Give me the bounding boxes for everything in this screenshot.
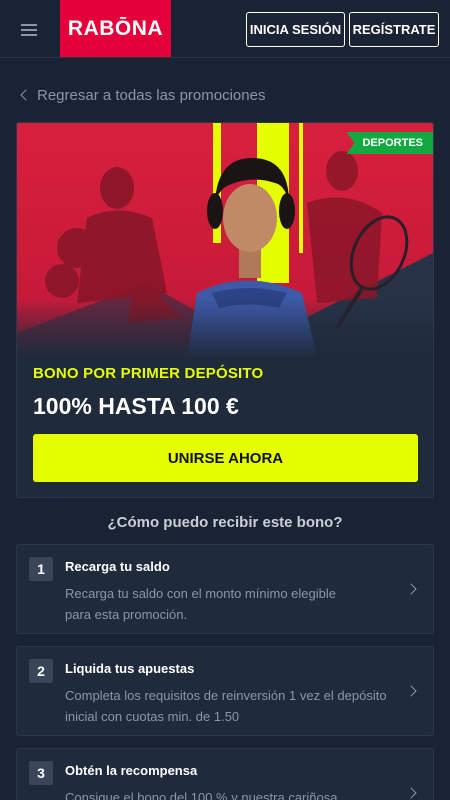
step-description: Consigue el bono del 100 % y nuestra car… (65, 790, 338, 800)
back-to-promotions-link[interactable]: Regresar a todas las promociones (17, 84, 265, 106)
promo-hero-image: DEPORTES (17, 123, 433, 358)
step-card-1[interactable]: 1 Recarga tu saldo Recarga tu saldo con … (16, 544, 434, 634)
athletes-illustration (17, 123, 433, 358)
promo-subtitle: BONO POR PRIMER DEPÓSITO (33, 365, 264, 382)
chevron-right-icon (405, 583, 417, 595)
chevron-right-icon (405, 685, 417, 697)
register-button[interactable]: REGÍSTRATE (349, 12, 439, 47)
back-link-label: Regresar a todas las promociones (37, 86, 266, 104)
step-card-2[interactable]: 2 Liquida tus apuestas Completa los requ… (16, 646, 434, 736)
step-number: 1 (29, 557, 53, 581)
join-now-button[interactable]: UNIRSE AHORA (33, 434, 418, 482)
step-number: 3 (29, 761, 53, 785)
menu-icon[interactable] (21, 23, 39, 37)
step-description: Recarga tu saldo con el monto mínimo ele… (65, 586, 336, 622)
category-badge: DEPORTES (346, 132, 433, 154)
top-header: RABŌNA INICIA SESIÓN REGÍSTRATE (0, 0, 450, 58)
step-title: Recarga tu saldo (65, 559, 170, 574)
chevron-left-icon (17, 84, 31, 106)
step-description: Completa los requisitos de reinversión 1… (65, 688, 387, 724)
how-to-heading: ¿Cómo puedo recibir este bono? (107, 514, 343, 531)
step-number: 2 (29, 659, 53, 683)
step-title: Obtén la recompensa (65, 763, 198, 778)
step-title: Liquida tus apuestas (65, 661, 195, 676)
login-button[interactable]: INICIA SESIÓN (246, 12, 345, 47)
promo-card: DEPORTES BONO POR PRIMER DEPÓSITO 100% H… (16, 122, 434, 498)
rabona-logo[interactable]: RABŌNA (60, 0, 171, 57)
promo-title: 100% HASTA 100 € (33, 393, 239, 419)
chevron-right-icon (405, 787, 417, 799)
step-card-3[interactable]: 3 Obtén la recompensa Consigue el bono d… (16, 748, 434, 800)
